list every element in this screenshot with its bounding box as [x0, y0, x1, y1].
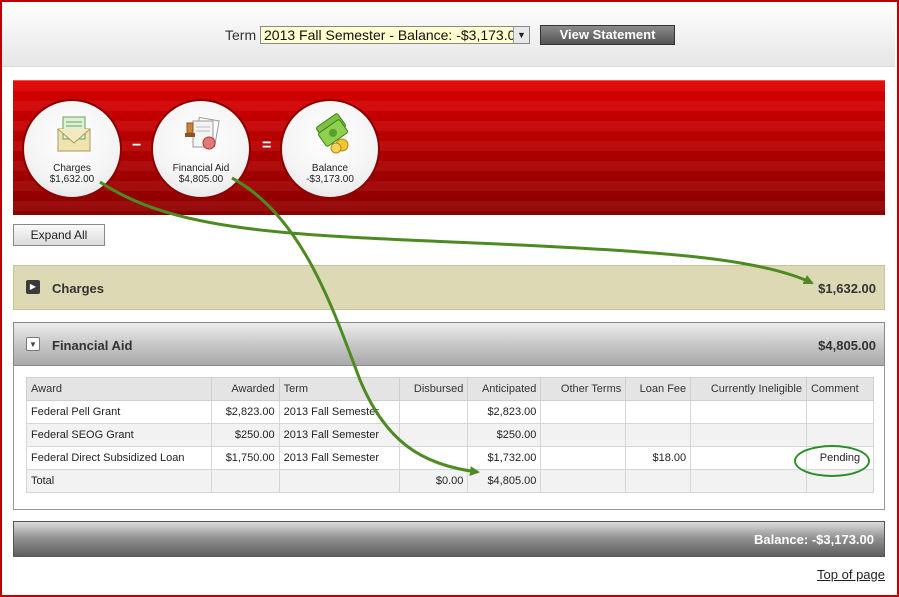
envelope-bill-icon: [57, 116, 91, 152]
financial-aid-section-title: Financial Aid: [52, 338, 133, 353]
table-cell: [278, 469, 401, 493]
table-cell: [399, 423, 469, 447]
table-cell: [690, 423, 807, 447]
financial-aid-table: Award Awarded Term Disbursed Anticipated…: [26, 377, 875, 493]
table-cell: $2,823.00: [210, 400, 280, 424]
column-header: Term: [278, 377, 401, 401]
term-select[interactable]: 2013 Fall Semester - Balance: -$3,173.00…: [260, 26, 530, 44]
table-cell: $4,805.00: [467, 469, 542, 493]
top-of-page-link[interactable]: Top of page: [817, 567, 885, 582]
column-header: Other Terms: [540, 377, 627, 401]
table-cell: [540, 469, 627, 493]
financial-aid-section-amount: $4,805.00: [818, 338, 876, 353]
charges-section-title: Charges: [52, 281, 105, 296]
column-header: Currently Ineligible: [690, 377, 807, 401]
column-header: Award: [26, 377, 212, 401]
table-cell: [210, 469, 280, 493]
table-header-row: Award Awarded Term Disbursed Anticipated…: [26, 377, 875, 401]
table-cell: [540, 446, 627, 470]
pending-highlight-oval: [794, 445, 870, 477]
table-cell: [690, 400, 807, 424]
table-row: Federal Pell Grant $2,823.00 2013 Fall S…: [26, 400, 875, 424]
table-cell: $0.00: [399, 469, 469, 493]
charges-summary-label: Charges: [53, 163, 91, 174]
chevron-down-icon[interactable]: ▼: [513, 27, 529, 43]
table-cell: Federal Pell Grant: [26, 400, 212, 424]
charges-section-header[interactable]: ▶ Charges $1,632.00: [13, 265, 885, 310]
minus-operator: −: [132, 137, 142, 154]
aid-summary-label: Financial Aid: [172, 163, 230, 174]
table-cell: [625, 469, 692, 493]
summary-banner: Charges $1,632.00 − Financial Aid $4,805…: [13, 80, 885, 215]
table-cell: [399, 446, 469, 470]
balance-summary-amount: -$3,173.00: [306, 174, 354, 185]
table-cell: [690, 469, 807, 493]
table-cell: [625, 423, 692, 447]
column-header: Anticipated: [467, 377, 542, 401]
charges-summary-circle: Charges $1,632.00: [22, 99, 122, 199]
table-row: Federal SEOG Grant $250.00 2013 Fall Sem…: [26, 423, 875, 447]
table-cell: $18.00: [625, 446, 692, 470]
financial-aid-body: Award Awarded Term Disbursed Anticipated…: [13, 366, 885, 510]
documents-stamp-icon: [185, 116, 220, 150]
table-cell: 2013 Fall Semester: [278, 400, 401, 424]
table-cell: $250.00: [210, 423, 280, 447]
table-cell: [399, 400, 469, 424]
table-cell: Federal Direct Subsidized Loan: [26, 446, 212, 470]
table-cell: $2,823.00: [467, 400, 542, 424]
table-cell: [540, 423, 627, 447]
money-coins-icon: [316, 113, 349, 154]
charges-summary-amount: $1,632.00: [49, 174, 95, 185]
table-cell: [540, 400, 627, 424]
equals-operator: =: [262, 137, 272, 154]
column-header: Loan Fee: [625, 377, 692, 401]
table-cell: [805, 423, 875, 447]
balance-footer-text: Balance: -$3,173.00: [754, 532, 874, 547]
balance-summary-circle: Balance -$3,173.00: [280, 99, 380, 199]
balance-summary-label: Balance: [311, 163, 349, 174]
table-cell: [690, 446, 807, 470]
table-row: Federal Direct Subsidized Loan $1,750.00…: [26, 446, 875, 470]
aid-summary-amount: $4,805.00: [178, 174, 224, 185]
table-cell: 2013 Fall Semester: [278, 423, 401, 447]
table-cell: $250.00: [467, 423, 542, 447]
table-total-row: Total $0.00 $4,805.00: [26, 469, 875, 493]
term-select-value: 2013 Fall Semester - Balance: -$3,173.00: [264, 27, 524, 43]
expand-all-button[interactable]: Expand All: [13, 224, 105, 246]
aid-summary-circle: Financial Aid $4,805.00: [151, 99, 251, 199]
charges-section-amount: $1,632.00: [818, 281, 876, 296]
column-header: Disbursed: [399, 377, 469, 401]
table-cell: $1,750.00: [210, 446, 280, 470]
table-cell: Total: [26, 469, 212, 493]
expand-arrow-icon[interactable]: ▶: [26, 280, 40, 294]
term-label: Term: [225, 27, 257, 43]
collapse-arrow-icon[interactable]: ▼: [26, 337, 40, 351]
column-header: Comment: [805, 377, 875, 401]
table-cell: 2013 Fall Semester: [278, 446, 401, 470]
table-cell: Federal SEOG Grant: [26, 423, 212, 447]
view-statement-button[interactable]: View Statement: [540, 25, 675, 45]
table-cell: [805, 400, 875, 424]
balance-footer-bar: Balance: -$3,173.00: [13, 521, 885, 557]
table-cell: [625, 400, 692, 424]
column-header: Awarded: [210, 377, 280, 401]
financial-aid-section-header[interactable]: ▼ Financial Aid $4,805.00: [13, 322, 885, 366]
table-cell: $1,732.00: [467, 446, 542, 470]
